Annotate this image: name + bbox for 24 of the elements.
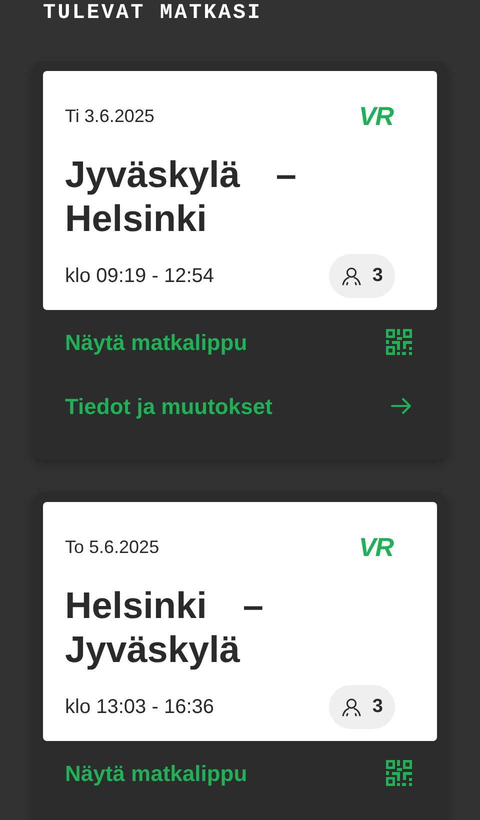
qr-code-icon[interactable] <box>385 328 413 356</box>
person-icon <box>341 266 362 286</box>
trip-time: klo 09:19 - 12:54 <box>65 264 214 289</box>
person-icon <box>341 696 362 718</box>
passenger-count: 3 <box>372 694 383 719</box>
destination-station: Jyväskylä <box>65 628 240 672</box>
origin-station: Helsinki <box>65 584 207 628</box>
ticket-card[interactable]: To 5.6.2025 VR Helsinki – Jyväskylä klo 13:03 - 16:36 3 <box>43 502 437 741</box>
route-dash: – <box>276 153 296 197</box>
trip-date: Ti 3.6.2025 <box>65 107 154 125</box>
destination-station: Helsinki <box>65 197 207 241</box>
action-link[interactable]: Näytä matkalippu <box>65 326 248 358</box>
brand-logo: VR <box>358 534 393 560</box>
section-heading: TULEVAT MATKASI <box>43 3 262 24</box>
origin-station: Jyväskylä <box>65 153 240 197</box>
route-dash: – <box>242 584 264 628</box>
action-link[interactable]: Näytä matkalippu <box>65 756 248 790</box>
ticket-card[interactable]: Ti 3.6.2025 VR Jyväskylä – Helsinki klo 09:19 - 12:54 3 <box>43 71 437 310</box>
action-link[interactable]: Tiedot ja muutokset <box>65 390 272 422</box>
trip-time: klo 13:03 - 16:36 <box>65 695 214 720</box>
trip-date: To 5.6.2025 <box>65 538 160 556</box>
passenger-count: 3 <box>372 264 383 288</box>
qr-code-icon[interactable] <box>385 759 413 787</box>
brand-logo: VR <box>358 103 393 129</box>
